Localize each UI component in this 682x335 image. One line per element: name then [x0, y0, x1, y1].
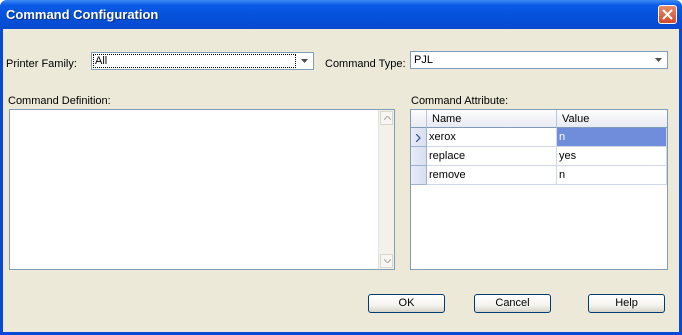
command-attribute-grid[interactable]: Name Value xerox n replace yes remove n [410, 109, 668, 270]
ok-button[interactable]: OK [368, 294, 445, 313]
printer-family-select[interactable]: All [91, 52, 314, 70]
command-definition-textarea[interactable] [9, 109, 395, 270]
focus-indicator [93, 54, 296, 68]
title-bar: Command Configuration [0, 0, 682, 29]
chevron-down-icon[interactable] [652, 53, 666, 67]
attribute-name-cell[interactable]: remove [427, 166, 557, 185]
printer-family-value: All [95, 55, 108, 67]
arrow-down-icon [384, 259, 391, 263]
command-type-label: Command Type: [325, 58, 406, 70]
column-header-name[interactable]: Name [427, 110, 557, 128]
grid-corner-header [411, 110, 427, 128]
attribute-value-cell[interactable]: yes [557, 147, 667, 166]
scroll-up-button[interactable] [380, 111, 393, 125]
window-title: Command Configuration [6, 7, 159, 22]
command-type-select[interactable]: PJL [410, 51, 668, 69]
row-header[interactable] [411, 166, 427, 185]
attribute-name-cell[interactable]: xerox [427, 128, 557, 147]
help-button[interactable]: Help [588, 294, 665, 313]
table-row[interactable]: remove n [411, 166, 667, 185]
table-row[interactable]: replace yes [411, 147, 667, 166]
row-header[interactable] [411, 147, 427, 166]
attribute-value-cell[interactable]: n [557, 166, 667, 185]
close-icon [662, 9, 673, 20]
scroll-down-button[interactable] [380, 254, 393, 268]
cancel-button[interactable]: Cancel [474, 294, 551, 313]
command-type-value: PJL [414, 54, 433, 66]
current-row-arrow-icon [416, 134, 421, 142]
vertical-scrollbar[interactable] [378, 110, 394, 269]
close-button[interactable] [658, 5, 677, 24]
command-definition-label: Command Definition: [8, 95, 111, 107]
dialog-window: Command Configuration Printer Family: Al… [0, 0, 682, 335]
attribute-value-cell[interactable]: n [557, 128, 667, 147]
arrow-up-icon [384, 116, 391, 120]
chevron-down-icon[interactable] [298, 54, 312, 68]
dialog-body: Printer Family: All Command Type: PJL Co… [3, 29, 679, 332]
command-attribute-label: Command Attribute: [411, 95, 509, 107]
table-row[interactable]: xerox n [411, 128, 667, 147]
row-header[interactable] [411, 128, 427, 147]
column-header-value[interactable]: Value [557, 110, 667, 128]
printer-family-label: Printer Family: [6, 58, 77, 70]
attribute-name-cell[interactable]: replace [427, 147, 557, 166]
